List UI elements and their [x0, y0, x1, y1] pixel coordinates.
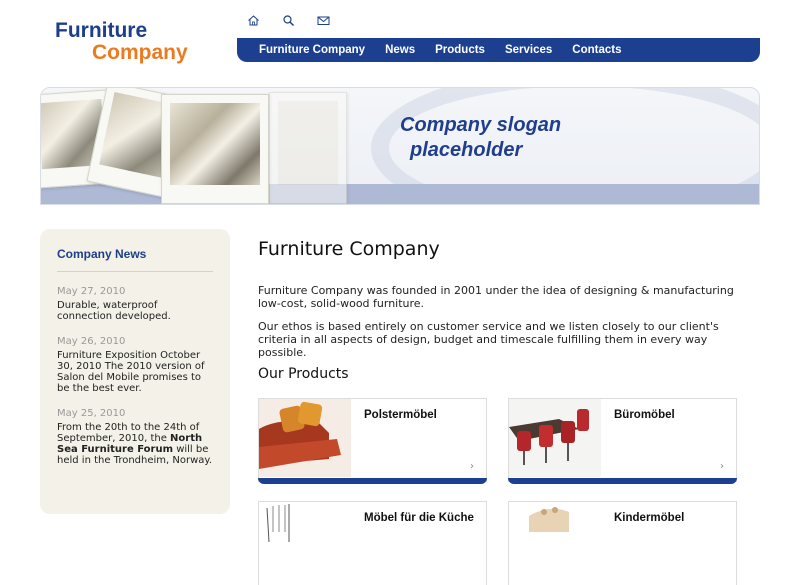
- intro-paragraph: Furniture Company was founded in 2001 un…: [258, 284, 734, 310]
- product-card-kindermoebel[interactable]: Kindermöbel: [508, 501, 737, 585]
- product-title: Büromöbel: [614, 409, 675, 421]
- card-bar: [258, 478, 487, 484]
- sofa-image: [259, 399, 351, 477]
- news-date: May 26, 2010: [57, 336, 126, 347]
- card-bar: [508, 478, 737, 484]
- nav-services[interactable]: Services: [505, 44, 552, 56]
- product-card-bueromoebel[interactable]: Büromöbel ›: [508, 398, 737, 484]
- ethos-paragraph: Our ethos is based entirely on customer …: [258, 320, 719, 359]
- main-content: Furniture Company Furniture Company was …: [258, 238, 758, 585]
- logo[interactable]: Furniture Company: [55, 20, 188, 64]
- product-title: Polstermöbel: [364, 409, 437, 421]
- mail-icon[interactable]: [317, 12, 330, 25]
- news-text[interactable]: From the 20th to the 24th of September, …: [57, 422, 213, 466]
- banner-slogan: Company slogan placeholder: [400, 113, 561, 163]
- chevron-right-icon: ›: [470, 461, 474, 472]
- slogan-line2: placeholder: [410, 139, 523, 161]
- product-title: Kindermöbel: [614, 512, 685, 524]
- home-icon[interactable]: [247, 12, 260, 26]
- news-item: May 25, 2010 From the 20th to the 24th o…: [57, 408, 213, 466]
- banner-photo-3: [161, 94, 269, 204]
- nav-products[interactable]: Products: [435, 44, 485, 56]
- office-chairs-image: [509, 399, 601, 477]
- product-card-kueche[interactable]: Möbel für die Küche: [258, 501, 487, 585]
- news-item: May 26, 2010 Furniture Exposition Octobe…: [57, 336, 213, 394]
- page-title: Furniture Company: [258, 238, 440, 260]
- logo-line1: Furniture: [55, 19, 148, 42]
- nav-contacts[interactable]: Contacts: [572, 44, 621, 56]
- top-icon-bar: [247, 12, 330, 27]
- nav-furniture-company[interactable]: Furniture Company: [259, 44, 365, 56]
- slogan-line1: Company slogan: [400, 114, 562, 136]
- news-item: May 27, 2010 Durable, waterproof connect…: [57, 286, 213, 322]
- main-nav: Furniture Company News Products Services…: [237, 38, 760, 62]
- news-sidebar: Company News May 27, 2010 Durable, water…: [40, 229, 230, 514]
- news-text[interactable]: Furniture Exposition October 30, 2010 Th…: [57, 350, 213, 394]
- sidebar-title: Company News: [57, 247, 213, 272]
- logo-line2: Company: [92, 41, 188, 64]
- kitchen-chair-image: [259, 502, 351, 580]
- product-title: Möbel für die Küche: [364, 512, 474, 524]
- product-card-polstermoebel[interactable]: Polstermöbel ›: [258, 398, 487, 484]
- news-date: May 27, 2010: [57, 286, 126, 297]
- news-text[interactable]: Durable, waterproof connection developed…: [57, 300, 213, 322]
- chevron-right-icon: ›: [720, 461, 724, 472]
- products-heading: Our Products: [258, 366, 349, 382]
- search-icon[interactable]: [282, 12, 295, 27]
- news-date: May 25, 2010: [57, 408, 126, 419]
- kids-furniture-image: [509, 502, 601, 580]
- banner-photo-4: [269, 92, 347, 204]
- nav-news[interactable]: News: [385, 44, 415, 56]
